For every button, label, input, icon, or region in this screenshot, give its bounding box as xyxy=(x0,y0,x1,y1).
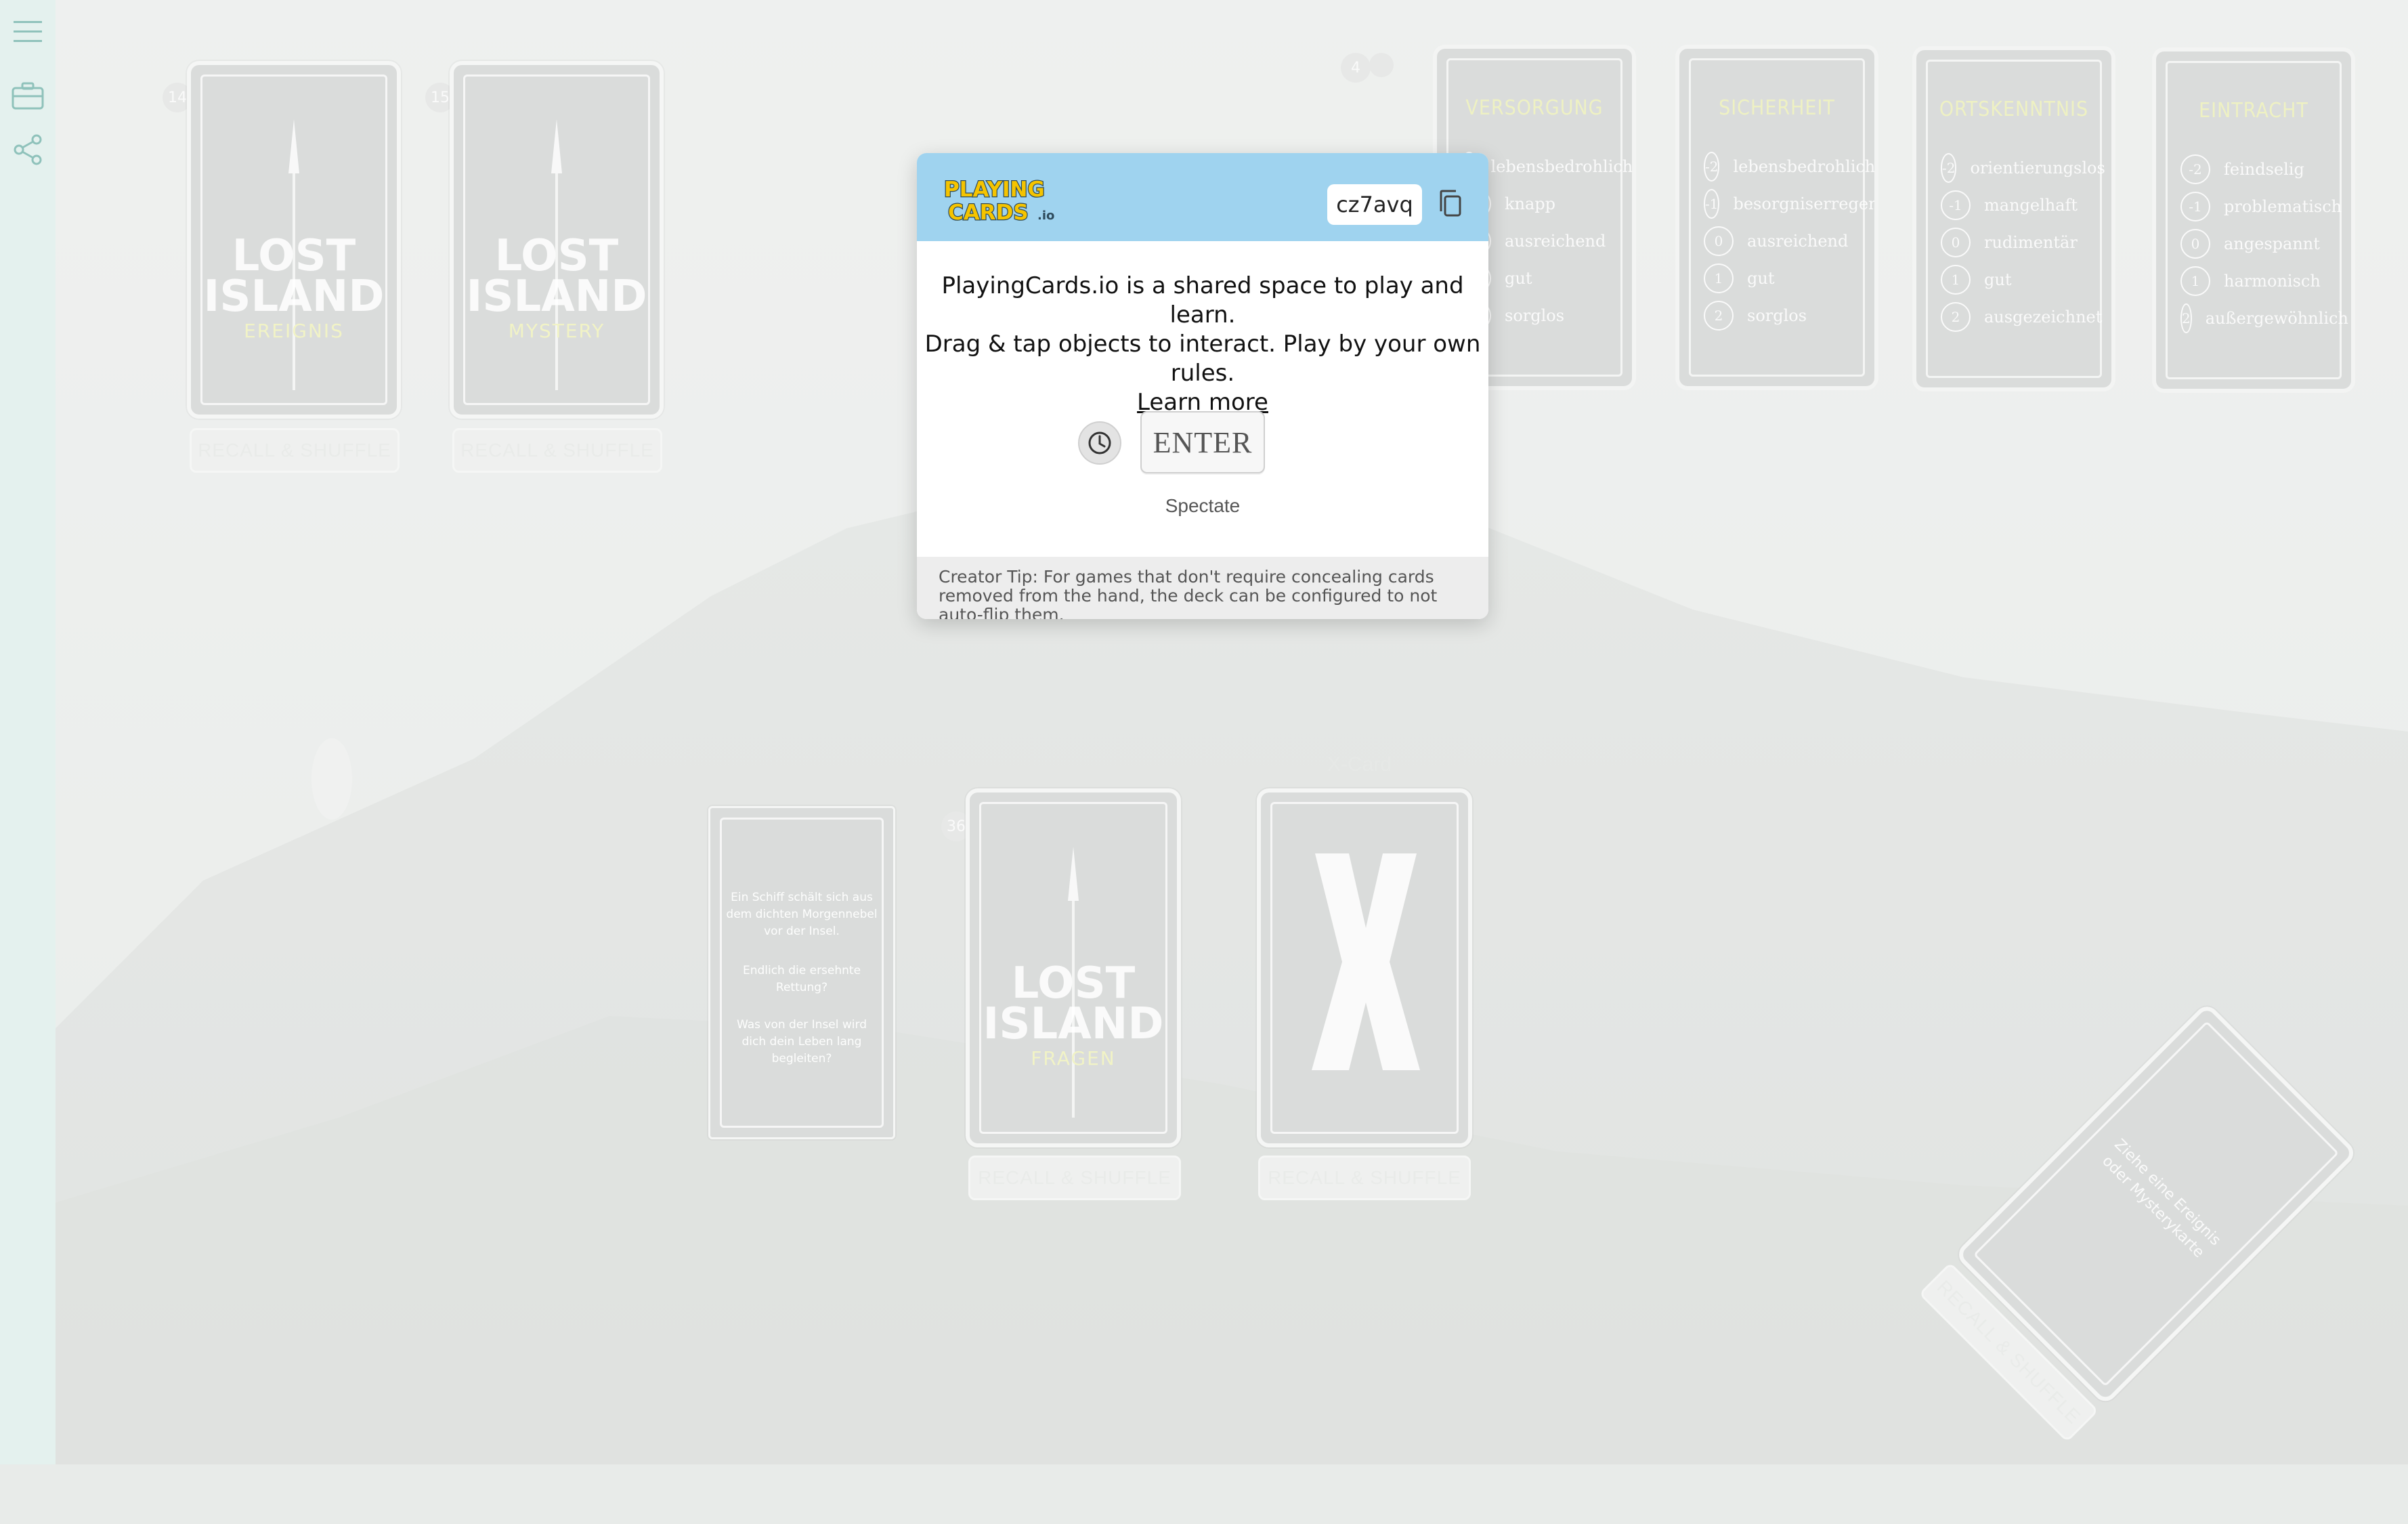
rating-value: 0 xyxy=(2180,229,2210,259)
left-sidebar xyxy=(0,0,56,1464)
deck-ereignis[interactable]: LOST ISLAND EREIGNIS xyxy=(187,61,401,419)
story-paragraph: Endlich die ersehnte Rettung? xyxy=(742,964,861,994)
deck-title-line2: ISLAND xyxy=(983,999,1164,1049)
rating-value: -2 xyxy=(1941,153,1957,183)
rating-value: -1 xyxy=(1704,189,1720,219)
rating-value: -2 xyxy=(1704,152,1720,182)
rating-value: 2 xyxy=(1941,302,1971,332)
rating-label: harmonisch xyxy=(2224,272,2321,291)
rating-value: -1 xyxy=(1941,190,1971,220)
rating-label: gut xyxy=(1984,270,2012,289)
rating-label: angespannt xyxy=(2224,234,2320,253)
count-badge-dot xyxy=(1369,53,1394,77)
rating-label: sorglos xyxy=(1505,306,1565,325)
rating-value: 0 xyxy=(1704,226,1734,256)
rating-label: feindselig xyxy=(2224,160,2304,179)
story-card[interactable]: Ein Schiff schält sich aus dem dichten M… xyxy=(708,806,895,1139)
svg-text:PLAYING: PLAYING xyxy=(944,177,1045,202)
rating-label: außergewöhnlich xyxy=(2205,309,2348,328)
rating-card-title: ORTSKENNTNIS xyxy=(1939,98,2089,121)
deck-fragen[interactable]: LOST ISLAND FRAGEN xyxy=(966,788,1181,1147)
story-paragraph: Was von der Insel wird dich dein Leben l… xyxy=(736,1018,867,1065)
recall-shuffle-button[interactable]: RECALL & SHUFFLE xyxy=(452,428,662,473)
menu-icon[interactable] xyxy=(11,15,45,49)
rating-value: 1 xyxy=(2180,266,2210,296)
x-card-label: X-Card xyxy=(1327,753,1392,776)
rating-card-ortskenntnis[interactable]: ORTSKENNTNIS -2 orientierungslos -1 mangel… xyxy=(1912,46,2115,391)
rating-value: 1 xyxy=(1941,265,1971,295)
enter-button[interactable]: ENTER xyxy=(1140,411,1265,473)
rating-card-sicherheit[interactable]: SICHERHEIT -2 lebensbedrohlich -1 besorgni… xyxy=(1675,45,1878,390)
story-paragraph: Ein Schiff schält sich aus dem dichten M… xyxy=(726,891,878,938)
svg-text:.io: .io xyxy=(1037,209,1054,223)
description-line: PlayingCards.io is a shared space to pla… xyxy=(941,272,1464,329)
room-code[interactable]: cz7avq xyxy=(1327,184,1422,225)
deck-subtitle: FRAGEN xyxy=(1031,1047,1116,1070)
share-icon[interactable] xyxy=(11,133,45,167)
briefcase-icon[interactable] xyxy=(11,79,45,112)
rating-label: ausgezeichnet xyxy=(1984,308,2103,326)
clock-icon[interactable] xyxy=(1078,421,1121,465)
rating-label: mangelhaft xyxy=(1984,196,2078,215)
x-card-icon xyxy=(1312,853,1420,1070)
rating-card-title: EINTRACHT xyxy=(2199,99,2308,123)
copy-icon[interactable] xyxy=(1436,188,1465,221)
rating-label: rudimentär xyxy=(1984,233,2078,252)
rating-label: problematisch xyxy=(2224,197,2342,216)
count-badge: 4 xyxy=(1341,53,1371,83)
recall-shuffle-button[interactable]: RECALL & SHUFFLE xyxy=(190,428,400,473)
rating-label: ausreichend xyxy=(1747,232,1849,251)
deck-title-line2: ISLAND xyxy=(203,272,385,322)
rating-label: gut xyxy=(1505,269,1532,288)
rating-label: ausreichend xyxy=(1505,232,1606,251)
rating-card-title: SICHERHEIT xyxy=(1719,96,1835,120)
rating-label: lebensbedrohlich xyxy=(1733,157,1876,176)
rating-label: orientierungslos xyxy=(1970,158,2105,177)
creator-tip: Creator Tip: For games that don't requir… xyxy=(917,557,1488,619)
description-line: Drag & tap objects to interact. Play by … xyxy=(924,331,1481,387)
welcome-dialog: PLAYING CARDS .io cz7avq PlayingCards.io… xyxy=(917,153,1488,619)
playingcards-logo: PLAYING CARDS .io xyxy=(943,177,1055,225)
rating-label: besorgniserregend xyxy=(1733,194,1878,213)
rating-card-title: VERSORGUNG xyxy=(1465,96,1604,120)
rating-value: -2 xyxy=(2180,154,2210,184)
deck-subtitle: EREIGNIS xyxy=(244,320,344,342)
rating-card-eintracht[interactable]: EINTRACHT -2 feindselig -1 problematisch 0… xyxy=(2152,47,2355,393)
spectate-link[interactable]: Spectate xyxy=(917,495,1488,517)
dialog-header: PLAYING CARDS .io cz7avq xyxy=(917,153,1488,241)
rating-value: 0 xyxy=(1941,228,1971,257)
rating-value: 2 xyxy=(2180,303,2192,333)
rating-label: gut xyxy=(1747,269,1775,288)
recall-shuffle-button[interactable]: RECALL & SHUFFLE xyxy=(1258,1156,1471,1200)
rating-label: lebensbedrohlich xyxy=(1490,157,1633,176)
dialog-description: PlayingCards.io is a shared space to pla… xyxy=(917,272,1488,417)
deck-title-line2: ISLAND xyxy=(466,272,647,322)
rating-value: -1 xyxy=(2180,192,2210,221)
rating-value: 1 xyxy=(1704,263,1734,293)
rating-value: 2 xyxy=(1704,301,1734,331)
x-card-deck[interactable] xyxy=(1257,788,1472,1147)
svg-text:CARDS: CARDS xyxy=(948,200,1029,225)
recall-shuffle-button[interactable]: RECALL & SHUFFLE xyxy=(968,1156,1181,1200)
rating-label: sorglos xyxy=(1747,306,1807,325)
rating-label: knapp xyxy=(1505,194,1556,213)
deck-subtitle: MYSTERY xyxy=(508,320,605,342)
deck-mystery[interactable]: LOST ISLAND MYSTERY xyxy=(450,61,664,419)
